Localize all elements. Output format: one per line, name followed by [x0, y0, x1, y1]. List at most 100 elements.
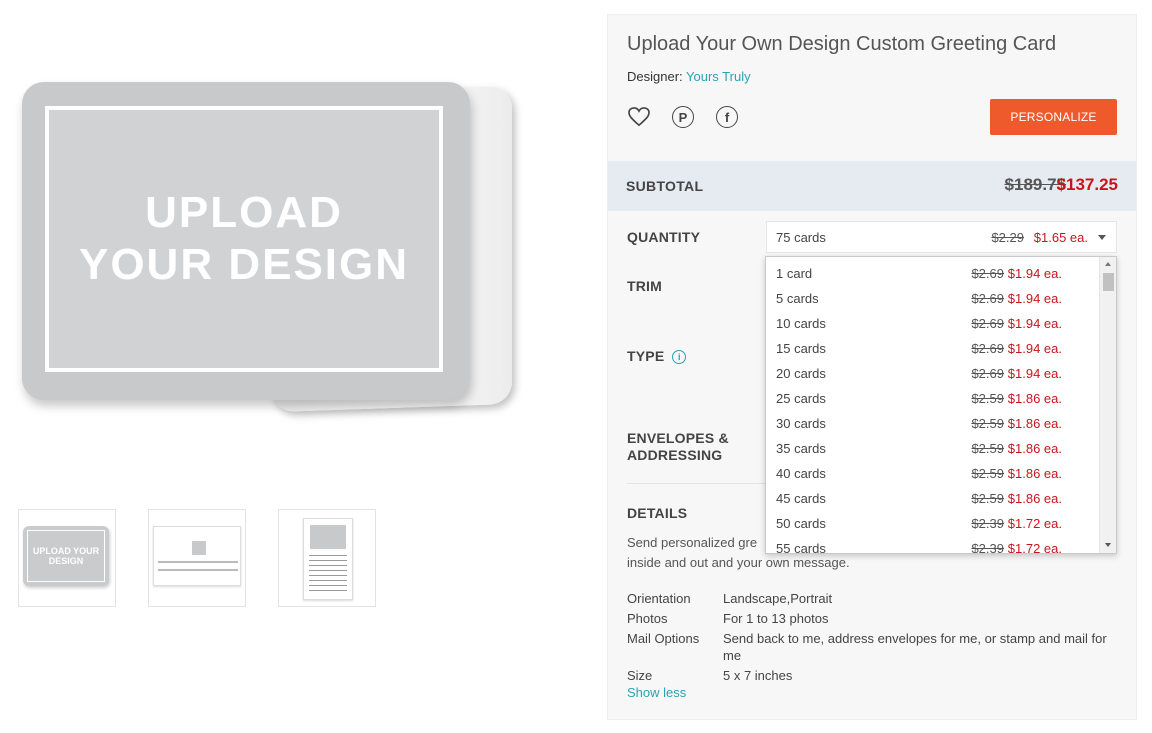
thumbnail-back[interactable] — [278, 509, 376, 607]
option-old-price: $2.69 — [971, 291, 1004, 306]
quantity-old-price: $2.29 — [991, 230, 1024, 245]
thumbnail-back-line — [309, 585, 347, 586]
thumbnail-back-line — [309, 565, 347, 566]
spec-row-mail-options: Mail Options Send back to me, address en… — [627, 630, 1117, 664]
thumbnail-inside[interactable] — [148, 509, 246, 607]
quantity-option[interactable]: 20 cards $2.69 $1.94 ea. — [766, 361, 1100, 386]
option-name: 15 cards — [776, 341, 826, 356]
type-label: TYPE — [627, 348, 665, 364]
spec-row-size: Size 5 x 7 inches — [627, 667, 1117, 684]
spec-key: Mail Options — [627, 631, 700, 646]
scrollbar-thumb[interactable] — [1103, 273, 1114, 291]
option-old-price: $2.69 — [971, 266, 1004, 281]
option-old-price: $2.59 — [971, 441, 1004, 456]
quantity-option[interactable]: 35 cards $2.59 $1.86 ea. — [766, 436, 1100, 461]
envelopes-label: ENVELOPES & ADDRESSING — [627, 430, 729, 464]
details-description-line2: inside and out and your own message. — [627, 555, 850, 570]
thumbnail-inside-line — [158, 561, 238, 563]
quantity-option[interactable]: 40 cards $2.59 $1.86 ea. — [766, 461, 1100, 486]
option-old-price: $2.39 — [971, 516, 1004, 531]
card-design-area: UPLOAD YOUR DESIGN — [45, 106, 443, 372]
spec-list: Orientation Landscape,Portrait Photos Fo… — [627, 590, 1117, 687]
thumbnail-front-border: UPLOAD YOUR DESIGN — [27, 530, 105, 582]
quantity-dropdown: 1 card $2.69 $1.94 ea. 5 cards $2.69 $1.94 e… — [765, 256, 1117, 554]
quantity-option[interactable]: 55 cards $2.39 $1.72 ea. — [766, 536, 1100, 554]
option-old-price: $2.69 — [971, 341, 1004, 356]
thumbnail-back-line — [309, 570, 347, 571]
heart-icon[interactable] — [627, 105, 651, 129]
spec-key: Orientation — [627, 591, 691, 606]
facebook-glyph: f — [716, 106, 738, 128]
thumbnail-inside-card — [153, 526, 241, 586]
scroll-down-icon[interactable] — [1105, 543, 1111, 547]
facebook-icon[interactable]: f — [715, 105, 739, 129]
option-name: 45 cards — [776, 491, 826, 506]
quantity-option[interactable]: 30 cards $2.59 $1.86 ea. — [766, 411, 1100, 436]
thumbnail-back-page — [303, 518, 353, 600]
spec-key: Size — [627, 668, 653, 683]
personalize-button[interactable]: PERSONALIZE — [990, 99, 1117, 135]
spec-row-photos: Photos For 1 to 13 photos — [627, 610, 1117, 627]
info-icon[interactable]: i — [672, 350, 687, 364]
option-new-price: $1.86 ea. — [1007, 416, 1062, 431]
product-preview: UPLOAD YOUR DESIGN — [22, 82, 512, 413]
details-label: DETAILS — [627, 505, 688, 521]
option-new-price: $1.86 ea. — [1007, 466, 1062, 481]
show-less-link[interactable]: Show less — [627, 685, 686, 700]
quantity-option[interactable]: 15 cards $2.69 $1.94 ea. — [766, 336, 1100, 361]
option-name: 40 cards — [776, 466, 826, 481]
spec-key: Photos — [627, 611, 668, 626]
designer-link[interactable]: Yours Truly — [686, 69, 751, 84]
quantity-option[interactable]: 25 cards $2.59 $1.86 ea. — [766, 386, 1100, 411]
quantity-option[interactable]: 10 cards $2.69 $1.94 ea. — [766, 311, 1100, 336]
spec-value: For 1 to 13 photos — [723, 611, 829, 626]
option-old-price: $2.59 — [971, 416, 1004, 431]
option-name: 30 cards — [776, 416, 826, 431]
pinterest-glyph: P — [672, 106, 694, 128]
spec-value: 5 x 7 inches — [723, 668, 793, 683]
quantity-new-price: $1.65 ea. — [1033, 230, 1088, 245]
quantity-selected-value: 75 cards — [776, 230, 826, 245]
designer-line: Designer: Yours Truly — [627, 69, 751, 84]
quantity-option[interactable]: 5 cards $2.69 $1.94 ea. — [766, 286, 1100, 311]
option-new-price: $1.94 ea. — [1007, 316, 1062, 331]
thumbnail-front[interactable]: UPLOAD YOUR DESIGN — [18, 509, 116, 607]
thumbnail-back-line — [309, 590, 347, 591]
quantity-option[interactable]: 45 cards $2.59 $1.86 ea. — [766, 486, 1100, 511]
quantity-select[interactable]: 75 cards $2.29 $1.65 ea. — [766, 221, 1117, 253]
subtotal-new-price: $137.25 — [1056, 175, 1118, 194]
option-new-price: $1.94 ea. — [1007, 341, 1062, 356]
thumbnail-back-line — [309, 575, 347, 576]
quantity-option[interactable]: 1 card $2.69 $1.94 ea. — [766, 261, 1100, 286]
option-new-price: $1.72 ea. — [1007, 541, 1062, 554]
quantity-option[interactable]: 50 cards $2.39 $1.72 ea. — [766, 511, 1100, 536]
trim-label: TRIM — [627, 278, 663, 294]
option-new-price: $1.94 ea. — [1007, 266, 1062, 281]
thumbnail-strip: UPLOAD YOUR DESIGN — [18, 509, 376, 607]
scroll-up-icon[interactable] — [1105, 262, 1111, 266]
subtotal-label: SUBTOTAL — [626, 178, 704, 194]
option-old-price: $2.39 — [971, 541, 1004, 554]
pinterest-icon[interactable]: P — [671, 105, 695, 129]
thumbnail-back-line — [309, 560, 347, 561]
spec-value: Send back to me, address envelopes for m… — [723, 631, 1107, 663]
type-label-row: TYPE i — [627, 348, 687, 364]
chevron-down-icon — [1098, 235, 1106, 240]
dropdown-scrollbar[interactable] — [1099, 257, 1116, 553]
thumbnail-back-photo — [310, 525, 346, 549]
option-old-price: $2.69 — [971, 366, 1004, 381]
option-name: 50 cards — [776, 516, 826, 531]
option-name: 1 card — [776, 266, 813, 281]
product-title: Upload Your Own Design Custom Greeting C… — [627, 33, 1057, 55]
thumbnail-back-line — [309, 580, 347, 581]
thumbnail-inside-line — [158, 569, 238, 571]
thumbnail-front-text: UPLOAD YOUR DESIGN — [32, 546, 100, 566]
subtotal-bar: SUBTOTAL $189.75 $137.25 — [608, 161, 1136, 211]
option-name: 5 cards — [776, 291, 819, 306]
option-old-price: $2.59 — [971, 391, 1004, 406]
option-old-price: $2.59 — [971, 491, 1004, 506]
quantity-label: QUANTITY — [627, 229, 701, 245]
card-placeholder-text: UPLOAD YOUR DESIGN — [78, 188, 410, 289]
thumbnail-back-line — [309, 555, 347, 556]
option-old-price: $2.59 — [971, 466, 1004, 481]
